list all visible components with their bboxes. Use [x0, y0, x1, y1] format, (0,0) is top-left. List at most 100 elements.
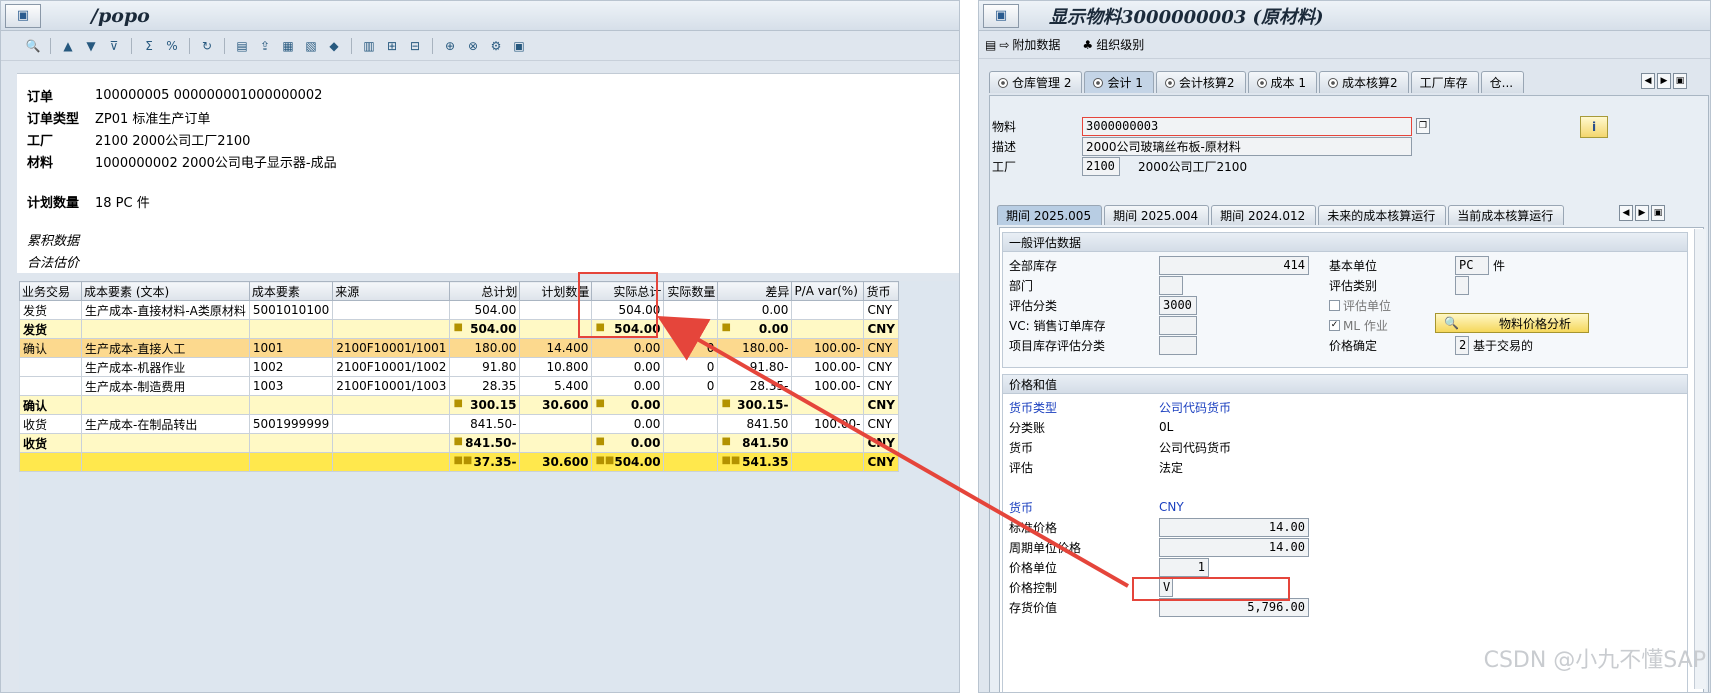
column-header[interactable]: 成本要素 [248, 281, 334, 301]
tab-4[interactable]: 成本核算2 [1319, 71, 1409, 93]
price-unit-field[interactable]: 1 [1159, 557, 1209, 577]
tab-3[interactable]: 成本 1 [1247, 71, 1317, 93]
table-row[interactable]: ■■ 37.35- 30.600 ■■ 504.00 ■■ 541.35 CNY [19, 452, 899, 472]
org-levels-button[interactable]: ♣ 组织级别 [1082, 36, 1144, 53]
period-tab-1[interactable]: 期间 2025.004 [1104, 205, 1210, 225]
department-field[interactable] [1159, 275, 1183, 295]
table-row[interactable]: 生产成本-制造费用 1003 2100F10001/1003 28.35 5.400 0.… [19, 376, 899, 396]
sum-icon[interactable]: Σ [141, 38, 157, 54]
period-tab-3[interactable]: 未来的成本核算运行 [1318, 205, 1447, 225]
period-tab-2[interactable]: 期间 2024.012 [1211, 205, 1317, 225]
valuation-category-label: 评估类别 [1329, 278, 1378, 293]
subtotal-marker-icon: ■ [721, 436, 731, 447]
print-icon[interactable]: ▤ [234, 38, 250, 54]
period-list-icon[interactable]: ▣ [1651, 205, 1665, 221]
change-layout-icon[interactable]: ⊞ [384, 38, 400, 54]
info-icon[interactable]: i [1580, 116, 1608, 138]
tab-prev-icon[interactable]: ◀ [1641, 73, 1655, 89]
header-row: 材料 1000000002 2000公司电子显示器-成品 [27, 155, 337, 171]
settings-icon[interactable]: ⚙ [488, 38, 504, 54]
material-toolbar: ▤ ⇨ 附加数据 ♣ 组织级别 [979, 31, 1710, 59]
table-cell: 生产成本-在制品转出 [81, 414, 250, 434]
period-prev-icon[interactable]: ◀ [1619, 205, 1633, 221]
subtotal-icon[interactable]: % [164, 38, 180, 54]
tab-5[interactable]: 工厂库存 [1410, 71, 1479, 93]
table-row[interactable]: 收货 ■ 841.50- ■ 0.00 ■ 841.50 CNY [19, 433, 899, 453]
table-row[interactable]: 发货 生产成本-直接材料-A类原材料 5001010100 504.00 504.00 0… [19, 300, 899, 320]
tab-6[interactable]: 仓... [1480, 71, 1525, 93]
valuation-label: 评估 [1009, 460, 1034, 475]
table-cell [519, 433, 593, 453]
table-cell [519, 414, 593, 434]
material-field[interactable]: 3000000003 [1082, 116, 1412, 136]
column-header[interactable]: 业务交易 [19, 281, 82, 301]
tab-next-icon[interactable]: ▶ [1657, 73, 1671, 89]
periodic-unit-price-field[interactable]: 14.00 [1159, 537, 1309, 557]
system-menu-icon[interactable]: ▣ [983, 3, 1019, 28]
price-determination-text: 基于交易的 [1473, 338, 1534, 353]
copy-icon[interactable]: ❐ [1416, 118, 1430, 134]
filter-icon[interactable]: ⊽ [106, 38, 122, 54]
table-cell: CNY [863, 414, 899, 434]
project-stock-field[interactable] [1159, 335, 1197, 355]
description-field[interactable]: 2000公司玻璃丝布板-原材料 [1082, 136, 1412, 156]
period-tab-0[interactable]: 期间 2025.005 [997, 205, 1103, 225]
column-header[interactable]: 来源 [332, 281, 451, 301]
valuation-category-field[interactable] [1455, 275, 1469, 295]
table-row[interactable]: 确认 ■ 300.15 30.600 ■ 0.00 ■ 300.15- CNY [19, 395, 899, 415]
table-row[interactable]: 生产成本-机器作业 1002 2100F10001/1002 91.80 10.800 0… [19, 357, 899, 377]
table-row[interactable]: 收货 生产成本-在制品转出 5001999999 841.50- 0.00 841.50 1… [19, 414, 899, 434]
tab-0[interactable]: 仓库管理 2 [989, 71, 1083, 93]
total-stock-field[interactable]: 414 [1159, 255, 1309, 275]
column-header[interactable]: 实际数量 [663, 281, 719, 301]
export-icon[interactable]: ⇪ [257, 38, 273, 54]
legal-valuation-label: 合法估价 [27, 255, 80, 271]
table-cell: CNY [863, 319, 899, 339]
period-next-icon[interactable]: ▶ [1635, 205, 1649, 221]
standard-price-field[interactable]: 14.00 [1159, 517, 1309, 537]
system-menu-icon[interactable]: ▣ [5, 3, 41, 28]
header-row: 订单 100000005 000000001000000002 [27, 87, 323, 105]
tree-icon[interactable]: ⊗ [465, 38, 481, 54]
graphic-icon[interactable]: ◆ [326, 38, 342, 54]
sort-desc-icon[interactable]: ▼ [83, 38, 99, 54]
tab-list-icon[interactable]: ▣ [1673, 73, 1687, 89]
column-header[interactable]: P/A var(%) [791, 281, 865, 301]
column-header[interactable]: 成本要素 (文本) [81, 281, 250, 301]
word-icon[interactable]: ▧ [303, 38, 319, 54]
subtotal-marker-icon: ■ [595, 436, 605, 447]
vc-sales-order-field[interactable] [1159, 315, 1197, 335]
vertical-scrollbar[interactable] [1694, 229, 1706, 689]
valuation-unit-checkbox[interactable] [1329, 299, 1340, 311]
tab-1[interactable]: 会计 1 [1084, 71, 1154, 93]
material-price-analysis-button[interactable]: 🔍 物料价格分析 [1435, 313, 1589, 333]
additional-data-button[interactable]: ▤ ⇨ 附加数据 [985, 36, 1060, 53]
hierarchy-icon[interactable]: ⊕ [442, 38, 458, 54]
valuation-class-field[interactable]: 3000 [1159, 295, 1197, 315]
table-row[interactable]: 发货 ■ 504.00 ■ 504.00 ■ 0.00 CNY [19, 319, 899, 339]
table-cell: CNY [863, 357, 899, 377]
layout-icon[interactable]: ▥ [361, 38, 377, 54]
table-cell: ■ 0.00 [591, 433, 665, 453]
refresh-icon[interactable]: ↻ [199, 38, 215, 54]
column-header[interactable]: 总计划 [449, 281, 521, 301]
base-unit-field[interactable]: PC [1455, 255, 1489, 275]
subtotal-marker-icon: ■ [453, 322, 463, 333]
details-icon[interactable]: 🔍 [25, 38, 41, 54]
spreadsheet-icon[interactable]: ▦ [280, 38, 296, 54]
table-row[interactable]: 确认 生产成本-直接人工 1001 2100F10001/1001 180.00 14.4… [19, 338, 899, 358]
table-cell: 10.800 [519, 357, 593, 377]
save-layout-icon[interactable]: ⊟ [407, 38, 423, 54]
sort-asc-icon[interactable]: ▲ [60, 38, 76, 54]
column-header[interactable]: 货币 [863, 281, 899, 301]
table-cell: 180.00- [717, 338, 793, 358]
price-determination-field[interactable]: 2 [1455, 335, 1469, 355]
cost-report-icon[interactable]: ▣ [511, 38, 527, 54]
column-header[interactable]: 差异 [717, 281, 793, 301]
subtotal-marker-icon: ■ [721, 322, 731, 333]
table-cell: 0.00 [591, 357, 665, 377]
tab-2[interactable]: 会计核算2 [1155, 71, 1246, 93]
period-tab-4[interactable]: 当前成本核算运行 [1448, 205, 1565, 225]
ml-active-checkbox[interactable]: ✓ [1329, 319, 1340, 331]
plant-field[interactable]: 2100 [1082, 156, 1120, 176]
